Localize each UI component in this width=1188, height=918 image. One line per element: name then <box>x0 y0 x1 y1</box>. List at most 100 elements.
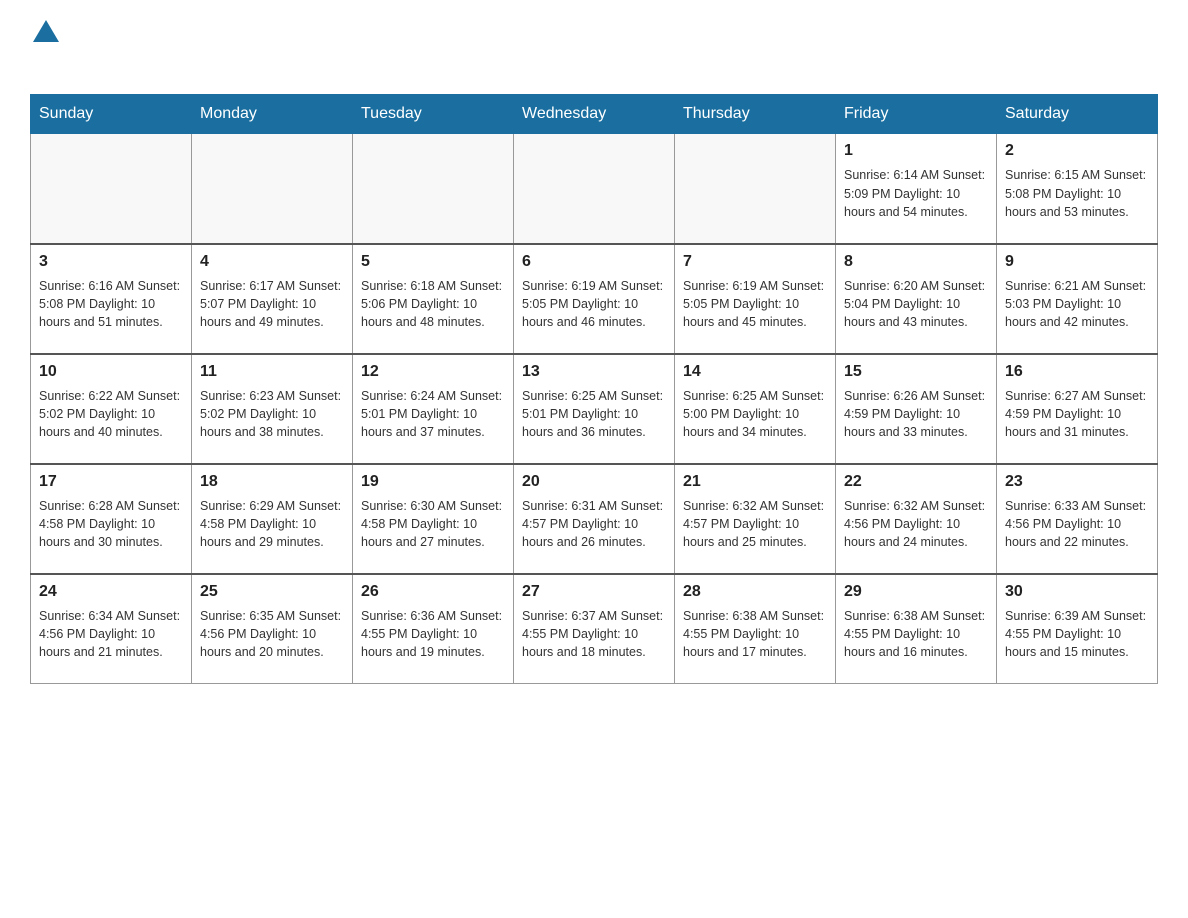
day-info: Sunrise: 6:19 AM Sunset: 5:05 PM Dayligh… <box>522 277 666 331</box>
calendar-cell: 12 Sunrise: 6:24 AM Sunset: 5:01 PM Dayli… <box>353 354 514 464</box>
day-info: Sunrise: 6:27 AM Sunset: 4:59 PM Dayligh… <box>1005 387 1149 441</box>
calendar-cell: 30 Sunrise: 6:39 AM Sunset: 4:55 PM Dayli… <box>997 574 1158 684</box>
calendar-cell: 27Sunrise: 6:37 AM Sunset: 4:55 PM Dayli… <box>514 574 675 684</box>
calendar-cell: 9 Sunrise: 6:21 AM Sunset: 5:03 PM Daylig… <box>997 244 1158 354</box>
calendar-cell: 19Sunrise: 6:30 AM Sunset: 4:58 PM Dayli… <box>353 464 514 574</box>
day-number: 20 <box>522 471 666 493</box>
day-info: Sunrise: 6:20 AM Sunset: 5:04 PM Dayligh… <box>844 277 988 331</box>
day-number: 4 <box>200 251 344 273</box>
calendar-cell: 1 Sunrise: 6:14 AM Sunset: 5:09 PM Daylig… <box>836 134 997 244</box>
calendar-cell: 29Sunrise: 6:38 AM Sunset: 4:55 PM Dayli… <box>836 574 997 684</box>
calendar-cell: 6Sunrise: 6:19 AM Sunset: 5:05 PM Daylig… <box>514 244 675 354</box>
day-info: Sunrise: 6:28 AM Sunset: 4:58 PM Dayligh… <box>39 497 183 551</box>
day-info: Sunrise: 6:16 AM Sunset: 5:08 PM Dayligh… <box>39 277 183 331</box>
calendar-cell <box>675 134 836 244</box>
day-info: Sunrise: 6:34 AM Sunset: 4:56 PM Dayligh… <box>39 607 183 661</box>
day-info: Sunrise: 6:14 AM Sunset: 5:09 PM Dayligh… <box>844 166 988 220</box>
calendar-table: SundayMondayTuesdayWednesdayThursdayFrid… <box>30 94 1158 684</box>
day-info: Sunrise: 6:30 AM Sunset: 4:58 PM Dayligh… <box>361 497 505 551</box>
day-number: 12 <box>361 361 505 383</box>
calendar-cell: 23 Sunrise: 6:33 AM Sunset: 4:56 PM Dayli… <box>997 464 1158 574</box>
day-number: 11 <box>200 361 344 383</box>
day-info: Sunrise: 6:31 AM Sunset: 4:57 PM Dayligh… <box>522 497 666 551</box>
weekday-header-monday: Monday <box>192 95 353 134</box>
day-number: 13 <box>522 361 666 383</box>
calendar-cell: 13 Sunrise: 6:25 AM Sunset: 5:01 PM Dayli… <box>514 354 675 464</box>
day-number: 16 <box>1005 361 1149 383</box>
day-info: Sunrise: 6:15 AM Sunset: 5:08 PM Dayligh… <box>1005 166 1149 220</box>
calendar-cell <box>353 134 514 244</box>
calendar-cell: 26Sunrise: 6:36 AM Sunset: 4:55 PM Dayli… <box>353 574 514 684</box>
calendar-cell: 2 Sunrise: 6:15 AM Sunset: 5:08 PM Daylig… <box>997 134 1158 244</box>
day-number: 25 <box>200 581 344 603</box>
day-info: Sunrise: 6:38 AM Sunset: 4:55 PM Dayligh… <box>683 607 827 661</box>
day-number: 28 <box>683 581 827 603</box>
day-info: Sunrise: 6:17 AM Sunset: 5:07 PM Dayligh… <box>200 277 344 331</box>
calendar-cell: 22Sunrise: 6:32 AM Sunset: 4:56 PM Dayli… <box>836 464 997 574</box>
logo <box>30 20 59 76</box>
day-number: 24 <box>39 581 183 603</box>
day-info: Sunrise: 6:25 AM Sunset: 5:01 PM Dayligh… <box>522 387 666 441</box>
day-info: Sunrise: 6:26 AM Sunset: 4:59 PM Dayligh… <box>844 387 988 441</box>
day-number: 7 <box>683 251 827 273</box>
logo-triangle-icon <box>33 20 59 42</box>
day-info: Sunrise: 6:25 AM Sunset: 5:00 PM Dayligh… <box>683 387 827 441</box>
calendar-cell: 8 Sunrise: 6:20 AM Sunset: 5:04 PM Daylig… <box>836 244 997 354</box>
day-number: 27 <box>522 581 666 603</box>
calendar-cell: 28 Sunrise: 6:38 AM Sunset: 4:55 PM Dayli… <box>675 574 836 684</box>
day-info: Sunrise: 6:35 AM Sunset: 4:56 PM Dayligh… <box>200 607 344 661</box>
week-row-3: 10 Sunrise: 6:22 AM Sunset: 5:02 PM Dayli… <box>31 354 1158 464</box>
calendar-cell: 24 Sunrise: 6:34 AM Sunset: 4:56 PM Dayli… <box>31 574 192 684</box>
day-number: 1 <box>844 140 988 162</box>
calendar-cell <box>192 134 353 244</box>
calendar-cell: 3 Sunrise: 6:16 AM Sunset: 5:08 PM Daylig… <box>31 244 192 354</box>
calendar-cell: 18Sunrise: 6:29 AM Sunset: 4:58 PM Dayli… <box>192 464 353 574</box>
day-number: 21 <box>683 471 827 493</box>
day-number: 15 <box>844 361 988 383</box>
day-number: 9 <box>1005 251 1149 273</box>
calendar-cell: 15 Sunrise: 6:26 AM Sunset: 4:59 PM Dayli… <box>836 354 997 464</box>
calendar-cell: 25 Sunrise: 6:35 AM Sunset: 4:56 PM Dayli… <box>192 574 353 684</box>
calendar-cell: 21 Sunrise: 6:32 AM Sunset: 4:57 PM Dayli… <box>675 464 836 574</box>
week-row-4: 17 Sunrise: 6:28 AM Sunset: 4:58 PM Dayli… <box>31 464 1158 574</box>
calendar-cell: 17 Sunrise: 6:28 AM Sunset: 4:58 PM Dayli… <box>31 464 192 574</box>
calendar-cell: 5 Sunrise: 6:18 AM Sunset: 5:06 PM Daylig… <box>353 244 514 354</box>
day-info: Sunrise: 6:32 AM Sunset: 4:57 PM Dayligh… <box>683 497 827 551</box>
day-number: 3 <box>39 251 183 273</box>
day-info: Sunrise: 6:21 AM Sunset: 5:03 PM Dayligh… <box>1005 277 1149 331</box>
weekday-header-saturday: Saturday <box>997 95 1158 134</box>
weekday-header-friday: Friday <box>836 95 997 134</box>
day-info: Sunrise: 6:18 AM Sunset: 5:06 PM Dayligh… <box>361 277 505 331</box>
calendar-cell: 7 Sunrise: 6:19 AM Sunset: 5:05 PM Daylig… <box>675 244 836 354</box>
calendar-cell: 4 Sunrise: 6:17 AM Sunset: 5:07 PM Daylig… <box>192 244 353 354</box>
day-number: 5 <box>361 251 505 273</box>
day-number: 17 <box>39 471 183 493</box>
day-info: Sunrise: 6:24 AM Sunset: 5:01 PM Dayligh… <box>361 387 505 441</box>
day-number: 14 <box>683 361 827 383</box>
calendar-cell <box>514 134 675 244</box>
calendar-cell: 11Sunrise: 6:23 AM Sunset: 5:02 PM Dayli… <box>192 354 353 464</box>
calendar-cell: 14 Sunrise: 6:25 AM Sunset: 5:00 PM Dayli… <box>675 354 836 464</box>
week-row-1: 1 Sunrise: 6:14 AM Sunset: 5:09 PM Daylig… <box>31 134 1158 244</box>
day-number: 26 <box>361 581 505 603</box>
calendar-cell: 10 Sunrise: 6:22 AM Sunset: 5:02 PM Dayli… <box>31 354 192 464</box>
weekday-header-row: SundayMondayTuesdayWednesdayThursdayFrid… <box>31 95 1158 134</box>
calendar-cell: 20 Sunrise: 6:31 AM Sunset: 4:57 PM Dayli… <box>514 464 675 574</box>
day-info: Sunrise: 6:39 AM Sunset: 4:55 PM Dayligh… <box>1005 607 1149 661</box>
day-number: 2 <box>1005 140 1149 162</box>
day-info: Sunrise: 6:19 AM Sunset: 5:05 PM Dayligh… <box>683 277 827 331</box>
day-number: 22 <box>844 471 988 493</box>
day-info: Sunrise: 6:33 AM Sunset: 4:56 PM Dayligh… <box>1005 497 1149 551</box>
day-number: 30 <box>1005 581 1149 603</box>
weekday-header-tuesday: Tuesday <box>353 95 514 134</box>
day-number: 10 <box>39 361 183 383</box>
weekday-header-wednesday: Wednesday <box>514 95 675 134</box>
day-info: Sunrise: 6:22 AM Sunset: 5:02 PM Dayligh… <box>39 387 183 441</box>
day-number: 8 <box>844 251 988 273</box>
day-number: 23 <box>1005 471 1149 493</box>
day-info: Sunrise: 6:38 AM Sunset: 4:55 PM Dayligh… <box>844 607 988 661</box>
page-header <box>30 20 1158 76</box>
weekday-header-sunday: Sunday <box>31 95 192 134</box>
week-row-5: 24 Sunrise: 6:34 AM Sunset: 4:56 PM Dayli… <box>31 574 1158 684</box>
weekday-header-thursday: Thursday <box>675 95 836 134</box>
